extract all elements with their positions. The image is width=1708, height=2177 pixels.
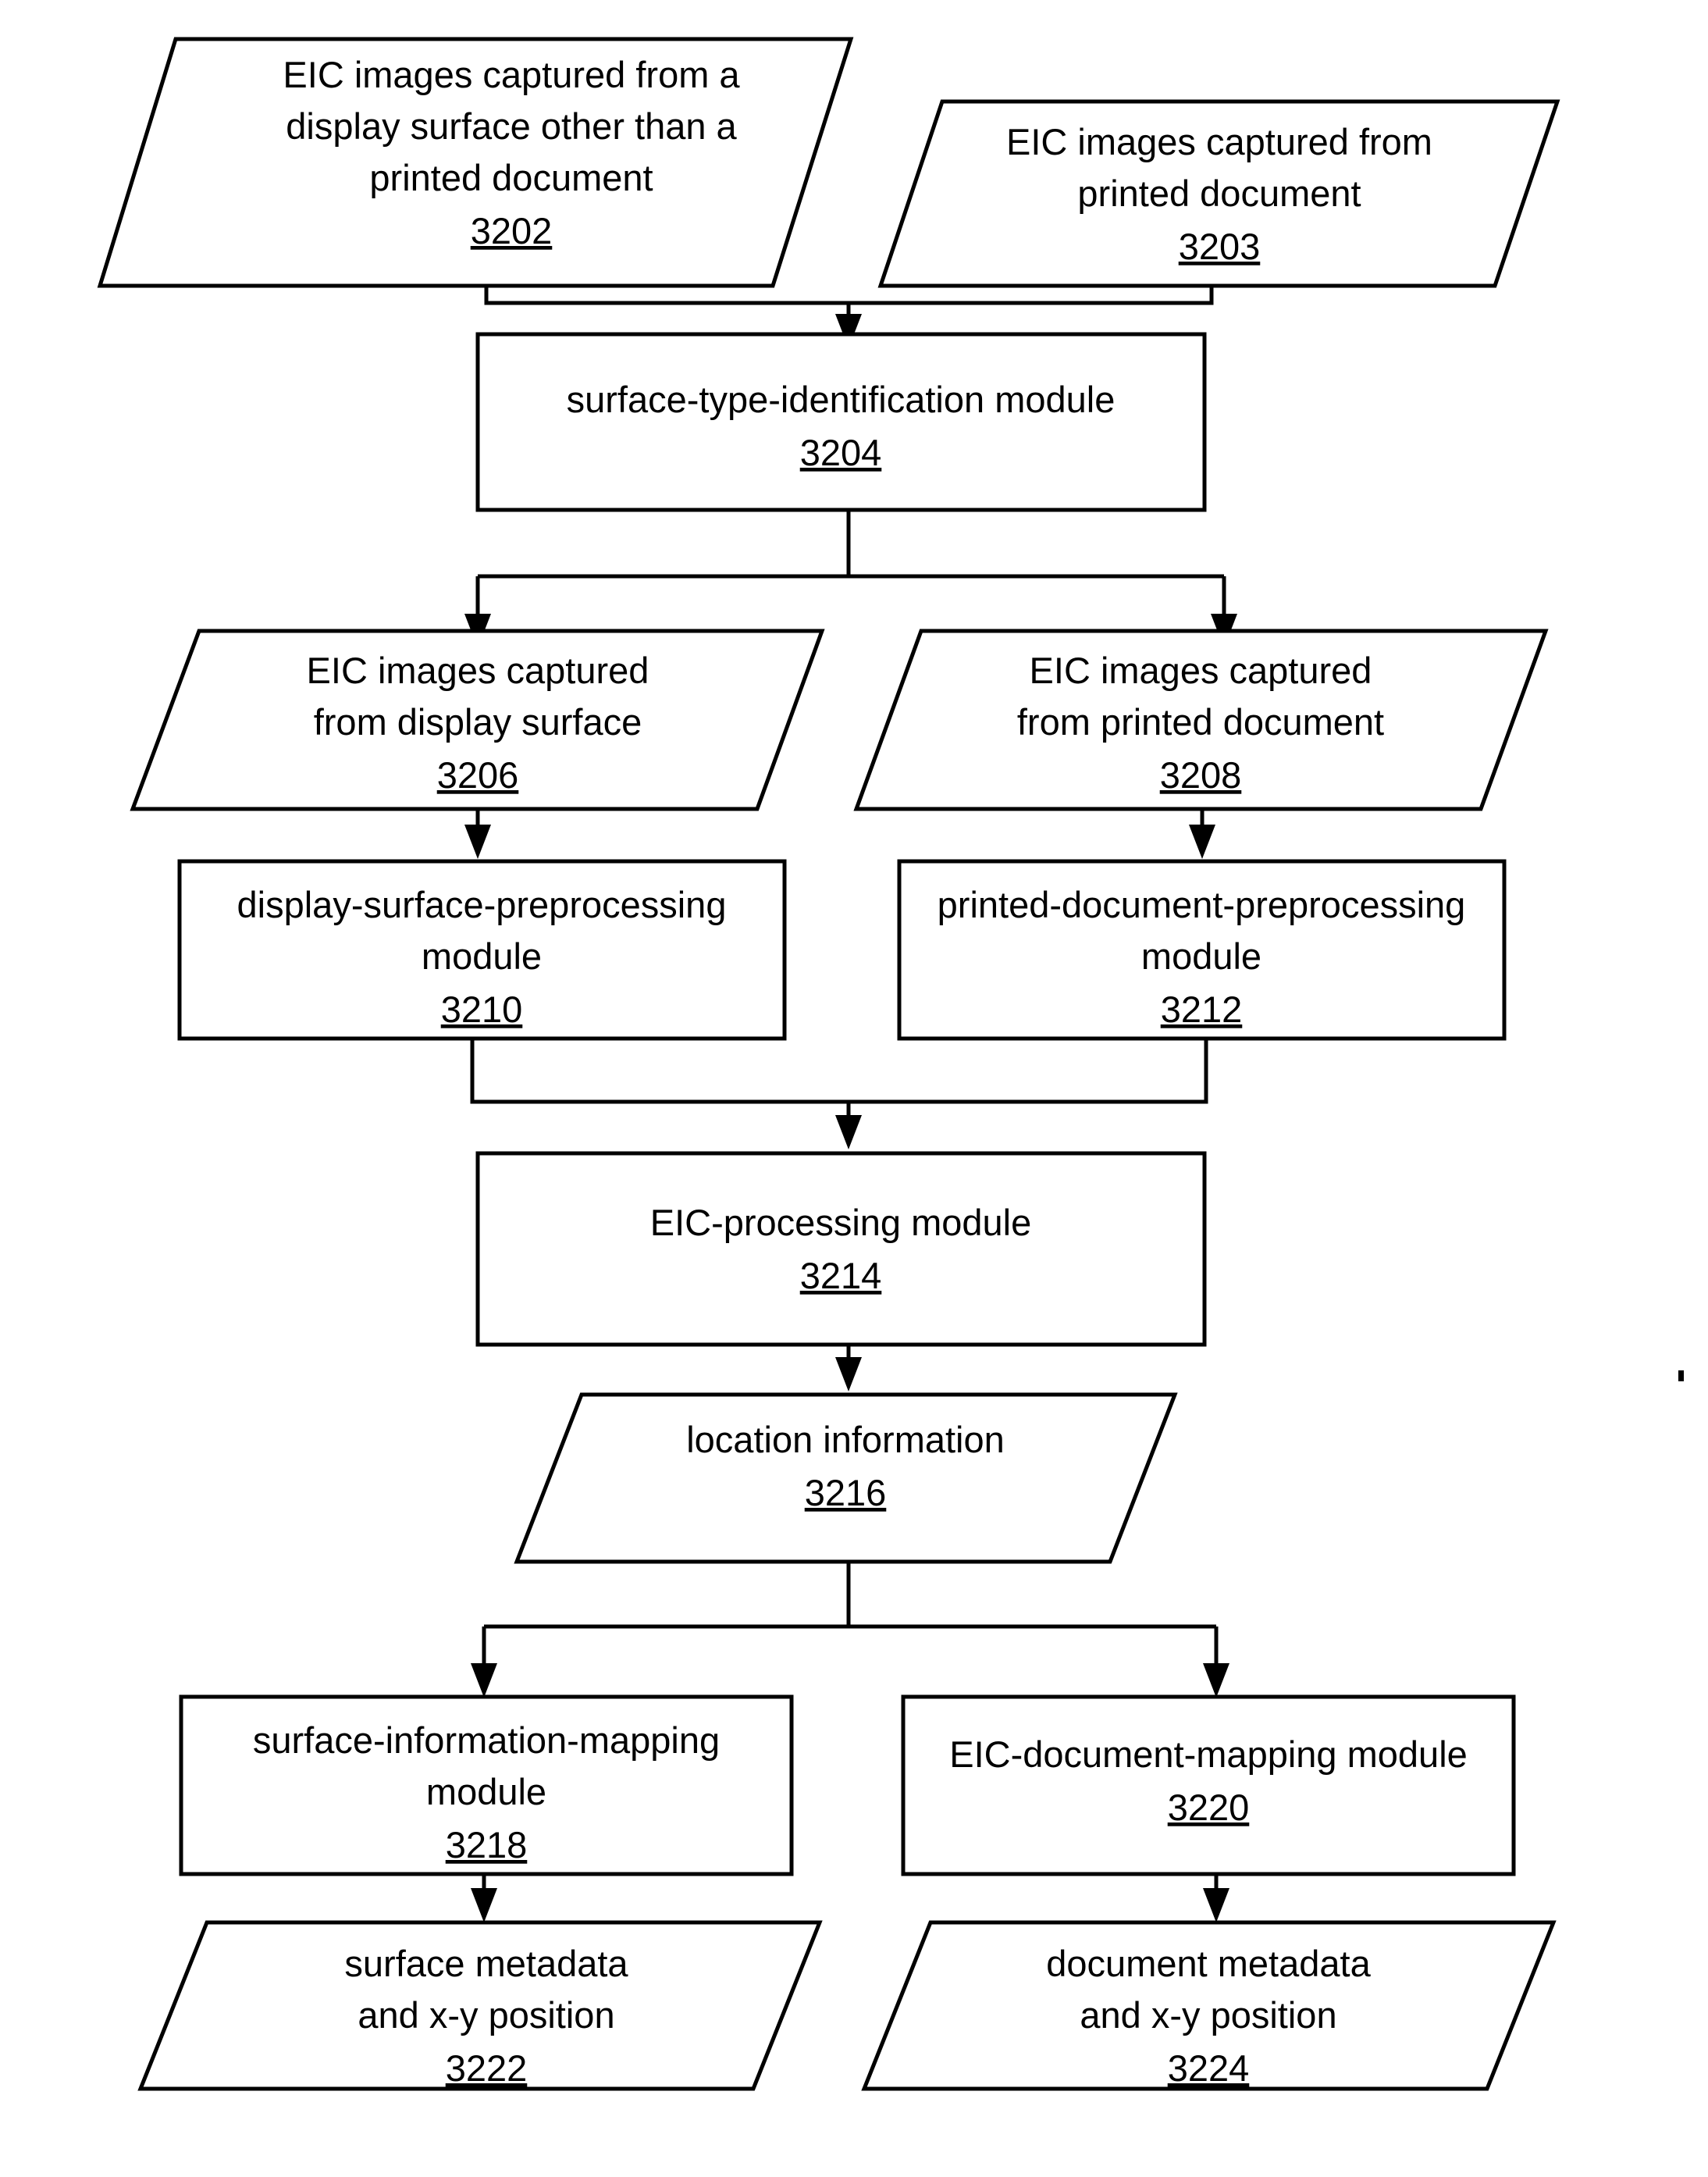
node-3222-line-1: and x-y position — [358, 1994, 614, 2036]
node-3203-line-0: EIC images captured from — [1006, 121, 1432, 162]
edge-3216-3218-3220 — [471, 1562, 1229, 1698]
node-3224-line-1: and x-y position — [1080, 1994, 1336, 2036]
node-3212-line-1: module — [1141, 935, 1261, 977]
node-3214[interactable]: EIC-processing module 3214 — [475, 1151, 1207, 1347]
node-3224-line-0: document metadata — [1046, 1943, 1371, 1984]
node-3212-line-0: printed-document-preprocessing — [938, 884, 1466, 925]
node-3210-line-0: display-surface-preprocessing — [237, 884, 727, 925]
node-3212-ref: 3212 — [1161, 989, 1243, 1030]
node-3202-line-0: EIC images captured from a — [283, 54, 740, 95]
node-3216-ref: 3216 — [805, 1472, 887, 1513]
node-3202-line-2: printed document — [369, 157, 653, 198]
node-3202-ref: 3202 — [471, 210, 553, 251]
edge-3206-3210 — [464, 809, 491, 859]
node-3212[interactable]: printed-document-preprocessing module 32… — [897, 859, 1507, 1041]
flowchart-svg: EIC images captured from a display surfa… — [97, 37, 1684, 2091]
edge-3210-3212-3214 — [470, 1039, 1208, 1149]
node-3206-line-0: EIC images captured — [307, 650, 649, 691]
edge-3204-3206-3208 — [464, 510, 1237, 648]
node-3208-line-0: EIC images captured — [1030, 650, 1372, 691]
node-3220-line-0: EIC-document-mapping module — [949, 1733, 1468, 1775]
node-3202[interactable]: EIC images captured from a display surfa… — [97, 37, 854, 288]
edge-3220-3224 — [1203, 1874, 1229, 1922]
node-3220-ref: 3220 — [1168, 1787, 1250, 1828]
node-3204-line-0: surface-type-identification module — [567, 379, 1116, 420]
node-3206-line-1: from display surface — [314, 701, 642, 743]
flowchart-canvas: EIC images captured from a display surfa… — [0, 0, 1708, 2177]
node-3220-shape — [901, 1694, 1516, 1876]
node-3203-line-1: printed document — [1077, 173, 1361, 214]
node-3210-line-1: module — [422, 935, 542, 977]
node-3220[interactable]: EIC-document-mapping module 3220 — [901, 1694, 1516, 1876]
node-3222-ref: 3222 — [446, 2047, 528, 2089]
node-3224[interactable]: document metadata and x-y position 3224 — [861, 1920, 1557, 2091]
node-3214-line-0: EIC-processing module — [650, 1202, 1032, 1243]
node-3218-ref: 3218 — [446, 1824, 528, 1865]
node-3218-line-0: surface-information-mapping — [253, 1719, 720, 1761]
node-3204-shape — [475, 332, 1207, 512]
edge-3218-3222 — [471, 1874, 497, 1922]
node-3224-ref: 3224 — [1168, 2047, 1250, 2089]
node-3214-ref: 3214 — [800, 1255, 882, 1296]
node-3202-line-1: display surface other than a — [286, 105, 737, 147]
node-3218-line-1: module — [426, 1771, 546, 1812]
node-3203-ref: 3203 — [1179, 226, 1261, 267]
node-3214-shape — [475, 1151, 1207, 1347]
edge-3214-3216 — [835, 1345, 862, 1391]
node-3203[interactable]: EIC images captured from printed documen… — [877, 99, 1560, 288]
node-3208-line-1: from printed document — [1017, 701, 1384, 743]
node-3204-ref: 3204 — [800, 432, 882, 473]
node-3222[interactable]: surface metadata and x-y position 3222 — [137, 1920, 823, 2091]
node-3204[interactable]: surface-type-identification module 3204 — [475, 332, 1207, 512]
node-3216[interactable]: location information 3216 — [514, 1392, 1178, 1564]
scan-speck — [1678, 1370, 1684, 1381]
node-3218[interactable]: surface-information-mapping module 3218 — [179, 1694, 794, 1876]
node-3222-line-0: surface metadata — [344, 1943, 628, 1984]
node-3208[interactable]: EIC images captured from printed documen… — [853, 629, 1549, 811]
node-3208-ref: 3208 — [1160, 754, 1242, 796]
node-3206-ref: 3206 — [437, 754, 519, 796]
node-3210[interactable]: display-surface-preprocessing module 321… — [177, 859, 787, 1041]
node-3210-ref: 3210 — [441, 989, 523, 1030]
node-3216-line-0: location information — [686, 1419, 1005, 1460]
edge-3208-3212 — [1189, 809, 1215, 859]
node-3206[interactable]: EIC images captured from display surface… — [130, 629, 825, 811]
